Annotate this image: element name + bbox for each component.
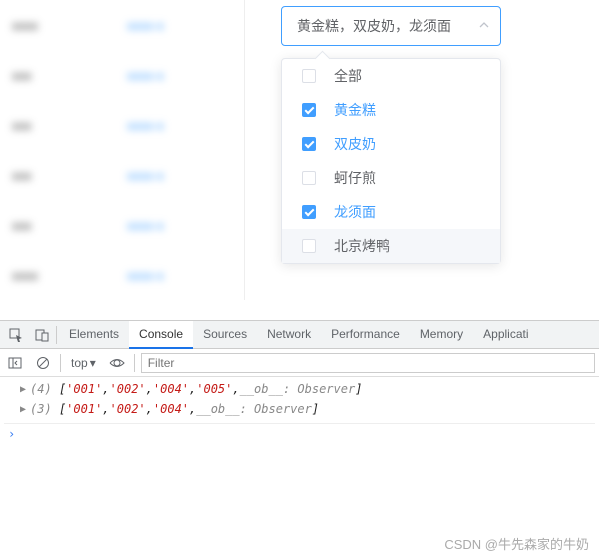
console-prompt[interactable]: › <box>4 423 595 443</box>
table-row: xxx <box>0 150 80 200</box>
sidebar-toggle-icon[interactable] <box>4 352 26 374</box>
context-dropdown[interactable]: top ▾ <box>67 356 100 370</box>
checkbox-icon[interactable] <box>302 137 316 151</box>
table-row: xxxx <box>0 250 80 300</box>
watermark: CSDN @牛先森家的牛奶 <box>444 534 589 553</box>
chevron-right-icon: › <box>8 427 15 441</box>
table-row: xxx <box>0 200 80 250</box>
chevron-down-icon: ▾ <box>90 356 96 370</box>
devtools-tabs: ElementsConsoleSourcesNetworkPerformance… <box>0 321 599 349</box>
live-expression-icon[interactable] <box>106 352 128 374</box>
inspect-element-icon[interactable] <box>4 323 28 347</box>
checkbox-icon[interactable] <box>302 103 316 117</box>
tab-network[interactable]: Network <box>257 321 321 349</box>
multi-select: 黄金糕，双皮奶，龙须面 全部黄金糕双皮奶蚵仔煎龙须面北京烤鸭 <box>281 6 501 264</box>
content-area: xxxx xxx xxx xxx xxx xxxx xxxx-x xxxx-x … <box>0 0 599 320</box>
device-toolbar-icon[interactable] <box>30 323 54 347</box>
select-option[interactable]: 全部 <box>282 59 500 93</box>
option-label: 双皮奶 <box>334 134 376 154</box>
option-label: 北京烤鸭 <box>334 236 390 256</box>
expand-icon[interactable]: ▶ <box>20 384 26 395</box>
select-value: 黄金糕，双皮奶，龙须面 <box>297 16 451 36</box>
chevron-up-icon <box>478 18 490 34</box>
select-option[interactable]: 北京烤鸭 <box>282 229 500 263</box>
console-row[interactable]: ▶(3) ['001', '002', '004', __ob__: Obser… <box>4 399 595 419</box>
table-row: xxx <box>0 100 80 150</box>
select-dropdown: 全部黄金糕双皮奶蚵仔煎龙须面北京烤鸭 <box>281 58 501 264</box>
console-row[interactable]: ▶(4) ['001', '002', '004', '005', __ob__… <box>4 379 595 399</box>
context-label: top <box>71 356 88 370</box>
option-label: 全部 <box>334 66 362 86</box>
table-row: xxxx <box>0 0 80 50</box>
tab-elements[interactable]: Elements <box>59 321 129 349</box>
select-option[interactable]: 蚵仔煎 <box>282 161 500 195</box>
tab-memory[interactable]: Memory <box>410 321 473 349</box>
table-col-b: xxxx-x xxxx-x xxxx-x xxxx-x xxxx-x xxxx-… <box>115 0 245 300</box>
select-option[interactable]: 黄金糕 <box>282 93 500 127</box>
clear-console-icon[interactable] <box>32 352 54 374</box>
devtools-panel: ElementsConsoleSourcesNetworkPerformance… <box>0 320 599 557</box>
select-option[interactable]: 龙须面 <box>282 195 500 229</box>
select-option[interactable]: 双皮奶 <box>282 127 500 161</box>
tab-performance[interactable]: Performance <box>321 321 410 349</box>
option-label: 龙须面 <box>334 202 376 222</box>
table-row: xxxx-x <box>115 100 244 150</box>
divider <box>60 354 61 372</box>
table-row: xxxx-x <box>115 0 244 50</box>
select-input[interactable]: 黄金糕，双皮奶，龙须面 <box>281 6 501 46</box>
table-row: xxxx-x <box>115 250 244 300</box>
table-col-a: xxxx xxx xxx xxx xxx xxxx <box>0 0 80 300</box>
tab-applicati[interactable]: Applicati <box>473 321 538 349</box>
console-toolbar: top ▾ <box>0 349 599 377</box>
option-label: 蚵仔煎 <box>334 168 376 188</box>
checkbox-icon[interactable] <box>302 171 316 185</box>
option-label: 黄金糕 <box>334 100 376 120</box>
table-row: xxxx-x <box>115 200 244 250</box>
console-output: ▶(4) ['001', '002', '004', '005', __ob__… <box>0 377 599 557</box>
checkbox-icon[interactable] <box>302 69 316 83</box>
checkbox-icon[interactable] <box>302 239 316 253</box>
table-row: xxxx-x <box>115 150 244 200</box>
divider <box>134 354 135 372</box>
filter-input[interactable] <box>141 353 595 373</box>
checkbox-icon[interactable] <box>302 205 316 219</box>
tab-console[interactable]: Console <box>129 321 193 349</box>
divider <box>56 326 57 344</box>
expand-icon[interactable]: ▶ <box>20 404 26 415</box>
tab-sources[interactable]: Sources <box>193 321 257 349</box>
table-row: xxxx-x <box>115 50 244 100</box>
table-row: xxx <box>0 50 80 100</box>
